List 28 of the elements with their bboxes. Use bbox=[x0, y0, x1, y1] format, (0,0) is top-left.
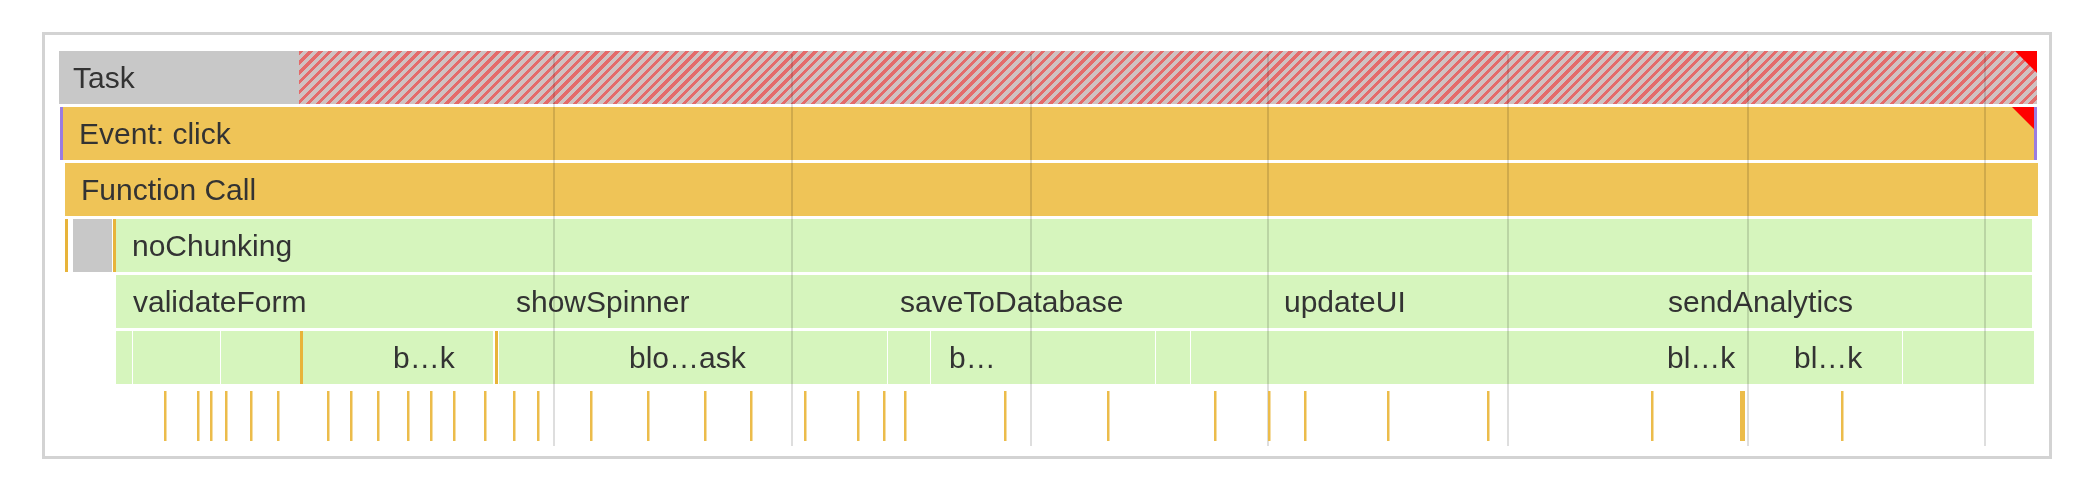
script-bar[interactable] bbox=[133, 331, 220, 384]
marker-bar[interactable] bbox=[65, 219, 68, 272]
script-bar[interactable]: saveToDatabase bbox=[883, 275, 1267, 328]
script-bar[interactable]: showSpinner bbox=[499, 275, 883, 328]
script-bar[interactable] bbox=[888, 331, 930, 384]
script-bar[interactable]: b… bbox=[931, 331, 1155, 384]
script-bar[interactable]: blo…ask bbox=[499, 331, 887, 384]
script-bar[interactable] bbox=[1903, 331, 2034, 384]
script-bar[interactable] bbox=[1156, 331, 1190, 384]
marker-bar[interactable] bbox=[300, 331, 303, 384]
marker-bar[interactable] bbox=[113, 219, 116, 272]
script-bar[interactable]: b…k bbox=[303, 331, 493, 384]
warning-triangle-icon bbox=[2015, 51, 2037, 73]
script-bar[interactable]: noChunking bbox=[116, 219, 2032, 272]
script-bar[interactable]: validateForm bbox=[116, 275, 499, 328]
script-bar[interactable]: updateUI bbox=[1267, 275, 1651, 328]
task-bar[interactable]: Task bbox=[59, 51, 2037, 104]
script-bar[interactable] bbox=[221, 331, 300, 384]
script-bar[interactable]: sendAnalytics bbox=[1651, 275, 2032, 328]
event-bar[interactable]: Event: click bbox=[60, 107, 2037, 160]
warning-triangle-icon bbox=[2012, 107, 2034, 129]
marker-bar[interactable] bbox=[495, 331, 498, 384]
script-bar[interactable]: bl…k bbox=[1780, 331, 1902, 384]
script-bar[interactable] bbox=[1191, 331, 1652, 384]
system-bar[interactable] bbox=[73, 219, 112, 272]
script-bar[interactable]: bl…k bbox=[1652, 331, 1780, 384]
script-bar[interactable] bbox=[116, 331, 132, 384]
function-call-bar[interactable]: Function Call bbox=[65, 163, 2038, 216]
